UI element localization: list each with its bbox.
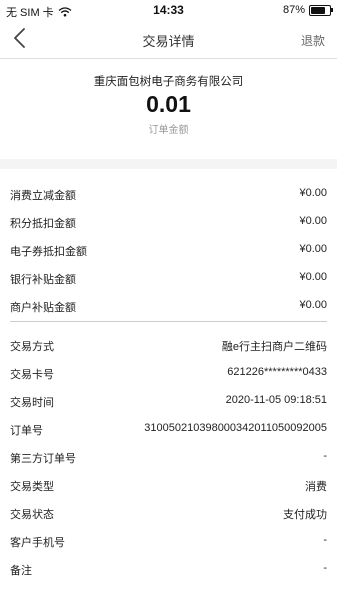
detail-row: 客户手机号 - <box>0 526 337 554</box>
detail-row: 交易方式 融e行主扫商户二维码 <box>0 330 337 358</box>
discount-row: 电子券抵扣金额 ¥0.00 <box>0 235 337 263</box>
discount-row: 商户补贴金额 ¥0.00 <box>0 291 337 319</box>
detail-list: 交易方式 融e行主扫商户二维码 交易卡号 621226*********0433 交… <box>0 326 337 582</box>
row-value: 621226*********0433 <box>227 366 327 378</box>
row-value: - <box>323 534 327 546</box>
section-gap <box>0 159 337 169</box>
row-label: 商户补贴金额 <box>10 302 76 314</box>
status-bar: 无 SIM 卡 14:33 87% <box>0 0 337 20</box>
refund-button[interactable]: 退款 <box>301 32 325 49</box>
merchant-name: 重庆面包树电子商务有限公司 <box>93 76 244 88</box>
row-label: 积分抵扣金额 <box>10 218 76 230</box>
detail-row: 交易卡号 621226*********0433 <box>0 358 337 386</box>
row-value: 310050210398000342011050092005 <box>144 422 327 434</box>
row-value: 消费 <box>305 481 327 493</box>
order-amount: 0.01 <box>146 91 191 117</box>
detail-row: 交易状态 支付成功 <box>0 498 337 526</box>
order-summary: 重庆面包树电子商务有限公司 0.01 订单金额 <box>0 59 337 159</box>
row-label: 交易时间 <box>10 397 54 409</box>
discount-row: 积分抵扣金额 ¥0.00 <box>0 207 337 235</box>
row-label: 银行补贴金额 <box>10 274 76 286</box>
detail-row: 交易类型 消费 <box>0 470 337 498</box>
row-value: ¥0.00 <box>299 271 327 283</box>
detail-row: 第三方订单号 - <box>0 442 337 470</box>
row-label: 交易方式 <box>10 341 54 353</box>
order-amount-label: 订单金额 <box>148 125 189 136</box>
row-value: - <box>323 450 327 462</box>
detail-row: 订单号 310050210398000342011050092005 <box>0 414 337 442</box>
row-label: 交易状态 <box>10 509 54 521</box>
row-value: ¥0.00 <box>299 299 327 311</box>
row-value: 融e行主扫商户二维码 <box>221 341 327 353</box>
battery-icon <box>309 4 333 16</box>
row-value: - <box>323 562 327 574</box>
row-value: ¥0.00 <box>299 243 327 255</box>
row-value: ¥0.00 <box>299 187 327 199</box>
nav-bar: 交易详情 退款 <box>0 20 337 58</box>
row-label: 交易卡号 <box>10 369 54 381</box>
row-label: 客户手机号 <box>10 537 65 549</box>
row-label: 备注 <box>10 565 32 577</box>
row-label: 电子券抵扣金额 <box>10 246 87 258</box>
row-value: 支付成功 <box>283 509 327 521</box>
status-right: 87% <box>282 4 333 16</box>
detail-row: 交易时间 2020-11-05 09:18:51 <box>0 386 337 414</box>
discount-row: 消费立减金额 ¥0.00 <box>0 179 337 207</box>
battery-percent: 87% <box>282 4 305 16</box>
row-value: ¥0.00 <box>299 215 327 227</box>
discount-list: 消费立减金额 ¥0.00 积分抵扣金额 ¥0.00 电子券抵扣金额 ¥0.00 银行补… <box>0 169 337 319</box>
section-divider <box>10 321 327 322</box>
detail-row: 备注 - <box>0 554 337 582</box>
row-label: 第三方订单号 <box>10 453 76 465</box>
row-label: 交易类型 <box>10 481 54 493</box>
page-title: 交易详情 <box>142 34 195 49</box>
row-label: 消费立减金额 <box>10 190 76 202</box>
row-label: 订单号 <box>10 425 43 437</box>
row-value: 2020-11-05 09:18:51 <box>225 394 327 406</box>
discount-row: 银行补贴金额 ¥0.00 <box>0 263 337 291</box>
